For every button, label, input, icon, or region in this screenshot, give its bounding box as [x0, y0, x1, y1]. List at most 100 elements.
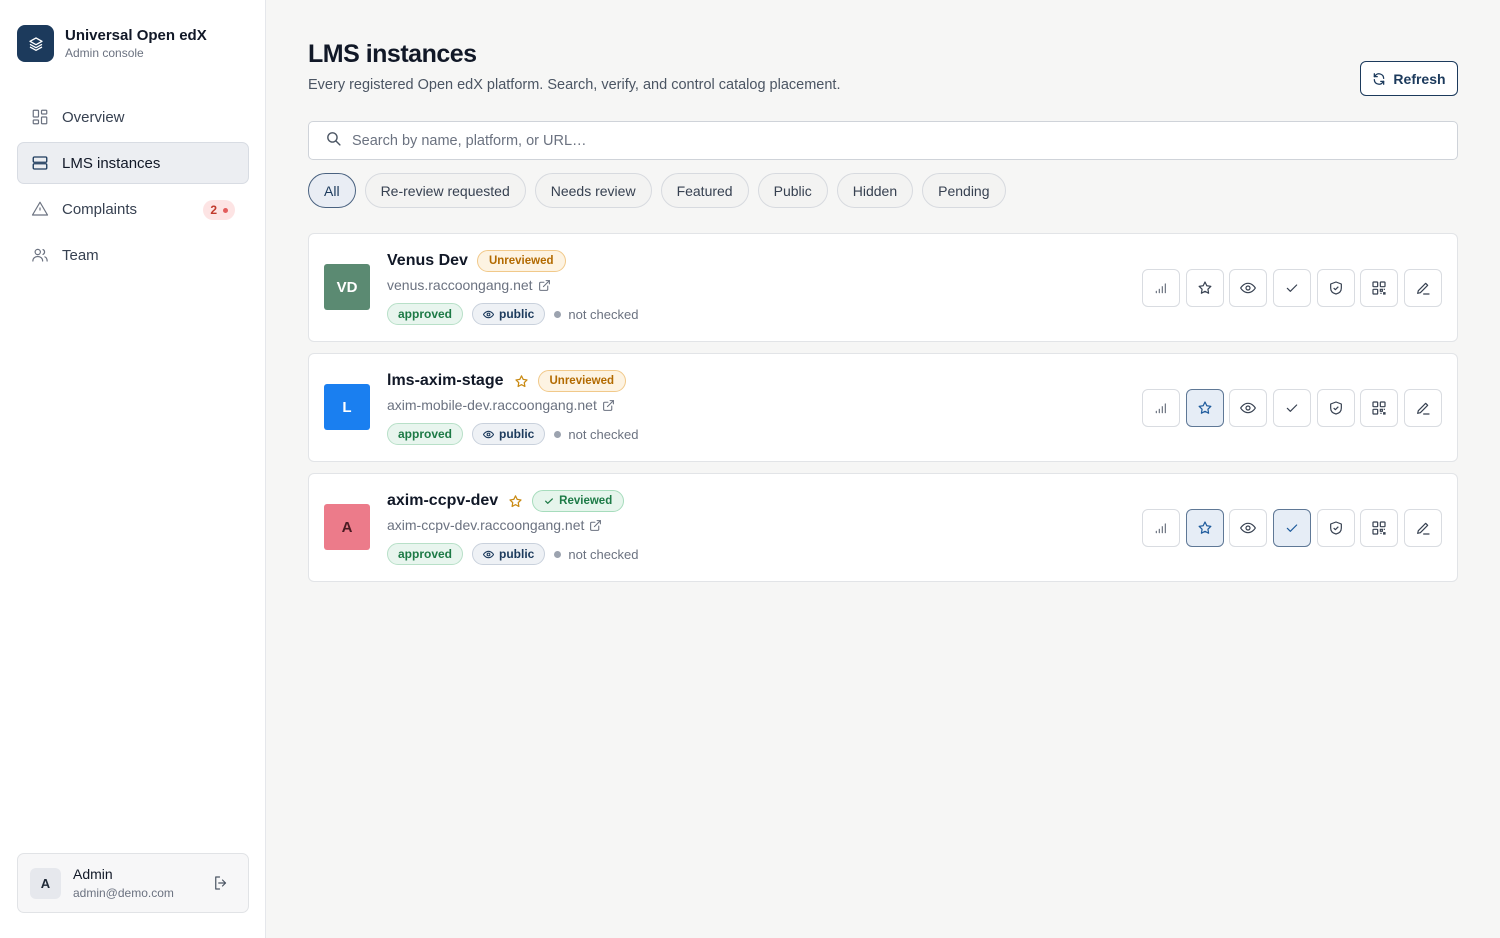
- status-dot: [554, 430, 562, 438]
- server-icon: [31, 154, 49, 172]
- instance-card: A axim-ccpv-dev Reviewed axim-ccpv-dev.r…: [308, 473, 1458, 582]
- layers-icon: [17, 25, 54, 62]
- search-box: [308, 121, 1458, 160]
- grid-icon: [31, 108, 49, 126]
- review-status-badge: Unreviewed: [476, 250, 566, 272]
- brand-subtitle: Admin console: [65, 46, 144, 60]
- qr-code-icon: [1372, 401, 1386, 415]
- qr-code-button[interactable]: [1360, 389, 1399, 427]
- visibility-button[interactable]: [1229, 389, 1268, 427]
- instance-avatar: VD: [324, 264, 370, 310]
- instance-url[interactable]: venus.raccoongang.net: [387, 277, 533, 293]
- featured-star-icon: [514, 374, 529, 389]
- eye-icon: [483, 310, 495, 318]
- check-icon: [1286, 404, 1298, 412]
- status-dot: [554, 550, 562, 558]
- filter-public[interactable]: Public: [757, 173, 828, 208]
- signal-button[interactable]: [1141, 509, 1180, 547]
- external-link-icon[interactable]: [602, 399, 615, 412]
- external-link-icon[interactable]: [538, 279, 551, 292]
- feature-button[interactable]: [1185, 389, 1224, 427]
- security-button[interactable]: [1316, 509, 1355, 547]
- visibility-tag: public: [472, 303, 546, 325]
- signal-icon: [1155, 283, 1166, 294]
- review-status-badge: Unreviewed: [537, 370, 627, 392]
- sidebar-item-label: Overview: [62, 108, 125, 126]
- instance-url[interactable]: axim-ccpv-dev.raccoongang.net: [387, 517, 584, 533]
- featured-star-icon: [508, 494, 523, 509]
- sidebar-item-label: Complaints: [62, 200, 138, 218]
- visibility-tag: public: [472, 543, 546, 565]
- page-subtitle: Every registered Open edX platform. Sear…: [308, 77, 841, 93]
- badge-count: 2: [210, 203, 217, 217]
- eye-icon: [483, 550, 495, 558]
- shield-check-icon: [1329, 401, 1342, 415]
- check-icon: [1286, 284, 1298, 292]
- feature-button[interactable]: [1185, 269, 1224, 307]
- edit-button[interactable]: [1404, 269, 1442, 307]
- approval-tag: approved: [387, 543, 464, 565]
- review-status-badge: Reviewed: [532, 490, 625, 512]
- search-input[interactable]: [352, 132, 1352, 149]
- user-email: admin@demo.com: [73, 886, 174, 900]
- verify-button[interactable]: [1272, 389, 1311, 427]
- filter-re-review-requested[interactable]: Re-review requested: [364, 173, 526, 208]
- instance-actions: [1136, 389, 1442, 427]
- filter-needs-review[interactable]: Needs review: [534, 173, 652, 208]
- sidebar-item-lms-instances[interactable]: LMS instances: [17, 142, 249, 184]
- filter-chips: All Re-review requested Needs review Fea…: [308, 173, 1015, 208]
- visibility-label: public: [499, 427, 535, 441]
- approval-tag: approved: [387, 423, 464, 445]
- user-card: A Admin admin@demo.com: [17, 853, 249, 913]
- logout-icon[interactable]: [212, 874, 230, 897]
- pencil-icon: [1417, 522, 1430, 535]
- refresh-icon: [1374, 72, 1385, 85]
- instance-actions: [1136, 509, 1442, 547]
- eye-icon: [1240, 402, 1257, 414]
- shield-check-icon: [1329, 521, 1342, 535]
- edit-button[interactable]: [1404, 389, 1442, 427]
- visibility-button[interactable]: [1229, 269, 1268, 307]
- qr-code-button[interactable]: [1360, 509, 1399, 547]
- complaints-count-badge: 2: [203, 200, 235, 220]
- instance-list: VD Venus Dev Unreviewed venus.raccoongan…: [308, 233, 1458, 593]
- filter-all[interactable]: All: [308, 173, 356, 208]
- eye-icon: [1240, 282, 1257, 294]
- security-button[interactable]: [1316, 269, 1355, 307]
- verify-button[interactable]: [1272, 269, 1311, 307]
- health-check-status: not checked: [554, 547, 638, 562]
- filter-featured[interactable]: Featured: [660, 173, 749, 208]
- page-title: LMS instances: [308, 40, 477, 68]
- eye-icon: [1240, 522, 1257, 534]
- instance-url[interactable]: axim-mobile-dev.raccoongang.net: [387, 397, 597, 413]
- sidebar-item-complaints[interactable]: Complaints 2: [17, 188, 249, 230]
- health-check-label: not checked: [568, 426, 639, 442]
- search-icon: [325, 130, 342, 152]
- edit-button[interactable]: [1404, 509, 1442, 547]
- sidebar-item-overview[interactable]: Overview: [17, 96, 249, 138]
- users-icon: [31, 246, 49, 264]
- review-status-label: Reviewed: [559, 495, 613, 507]
- external-link-icon[interactable]: [589, 519, 602, 532]
- visibility-button[interactable]: [1229, 509, 1268, 547]
- filter-hidden[interactable]: Hidden: [836, 173, 914, 208]
- approval-tag: approved: [387, 303, 464, 325]
- signal-button[interactable]: [1141, 389, 1180, 427]
- sidebar-item-team[interactable]: Team: [17, 234, 249, 276]
- signal-icon: [1155, 403, 1166, 414]
- star-icon: [1198, 401, 1212, 414]
- filter-pending[interactable]: Pending: [922, 173, 1006, 208]
- check-icon: [1286, 524, 1298, 532]
- pencil-icon: [1417, 282, 1430, 295]
- security-button[interactable]: [1316, 389, 1355, 427]
- qr-code-icon: [1372, 521, 1386, 535]
- refresh-label: Refresh: [1393, 70, 1446, 87]
- instance-actions: [1136, 269, 1442, 307]
- verify-button[interactable]: [1272, 509, 1311, 547]
- signal-button[interactable]: [1141, 269, 1180, 307]
- refresh-button[interactable]: Refresh: [1360, 61, 1458, 96]
- qr-code-button[interactable]: [1360, 269, 1399, 307]
- feature-button[interactable]: [1185, 509, 1224, 547]
- status-dot: [554, 310, 562, 318]
- brand-title: Universal Open edX: [65, 27, 207, 44]
